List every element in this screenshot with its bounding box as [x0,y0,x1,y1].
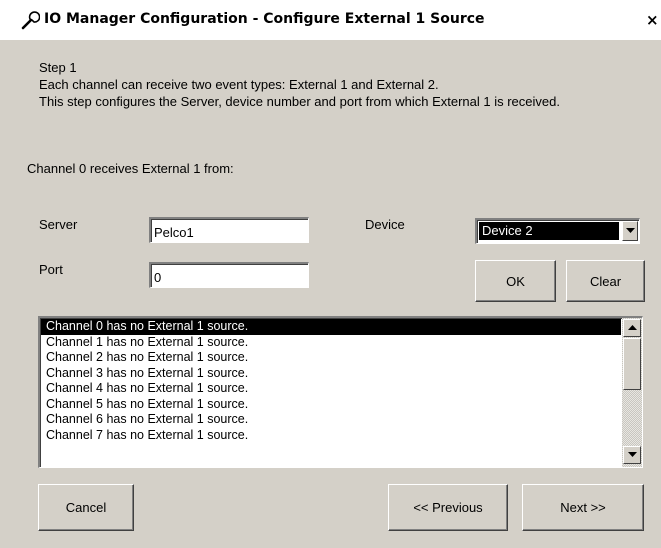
previous-button-label: << Previous [413,500,483,515]
step-heading: Step 1 [39,60,77,75]
device-dropdown[interactable]: Device 2 [475,218,640,244]
triangle-down-icon [625,228,635,233]
clear-button-label: Clear [589,273,622,289]
title-bar[interactable]: IO Manager Configuration - Configure Ext… [0,0,661,40]
server-label: Server [39,217,78,232]
triangle-down-icon [627,452,637,457]
device-label: Device [365,217,405,232]
list-item[interactable]: Channel 3 has no External 1 source. [41,366,621,382]
close-button[interactable]: × [646,9,661,31]
dropdown-arrow-button[interactable] [622,221,638,241]
list-item[interactable]: Channel 4 has no External 1 source. [41,381,621,397]
port-label: Port [39,262,63,277]
ok-button[interactable]: OK [475,260,556,302]
previous-button[interactable]: << Previous [388,484,508,531]
list-item[interactable]: Channel 5 has no External 1 source. [41,397,621,413]
instruction-line-1: Each channel can receive two event types… [39,77,439,92]
scroll-thumb[interactable] [623,338,641,390]
server-input[interactable] [149,217,309,243]
wrench-icon [21,11,40,30]
channel-caption: Channel 0 receives External 1 from: [27,161,234,176]
list-item[interactable]: Channel 1 has no External 1 source. [41,335,621,351]
next-button-label: Next >> [560,500,606,515]
triangle-up-icon [627,325,637,330]
list-item[interactable]: Channel 0 has no External 1 source. [41,319,621,335]
device-selected-value: Device 2 [479,222,619,240]
vertical-scrollbar[interactable] [622,318,642,467]
list-item[interactable]: Channel 7 has no External 1 source. [41,428,621,444]
clear-button[interactable]: Clear [566,260,645,302]
scroll-up-button[interactable] [623,319,641,337]
list-item[interactable]: Channel 6 has no External 1 source. [41,412,621,428]
scroll-down-button[interactable] [623,446,641,464]
list-item[interactable]: Channel 2 has no External 1 source. [41,350,621,366]
configure-external-source-dialog: IO Manager Configuration - Configure Ext… [0,0,661,548]
window-title: IO Manager Configuration - Configure Ext… [44,11,485,27]
close-icon: × [646,11,659,29]
instruction-line-2: This step configures the Server, device … [39,94,560,109]
cancel-button[interactable]: Cancel [38,484,134,531]
channel-listbox[interactable]: Channel 0 has no External 1 source. Chan… [38,316,643,468]
next-button[interactable]: Next >> [522,484,644,531]
ok-button-label: OK [506,273,525,289]
channel-list: Channel 0 has no External 1 source. Chan… [41,319,621,466]
port-input[interactable] [149,262,309,288]
cancel-button-label: Cancel [65,500,107,515]
